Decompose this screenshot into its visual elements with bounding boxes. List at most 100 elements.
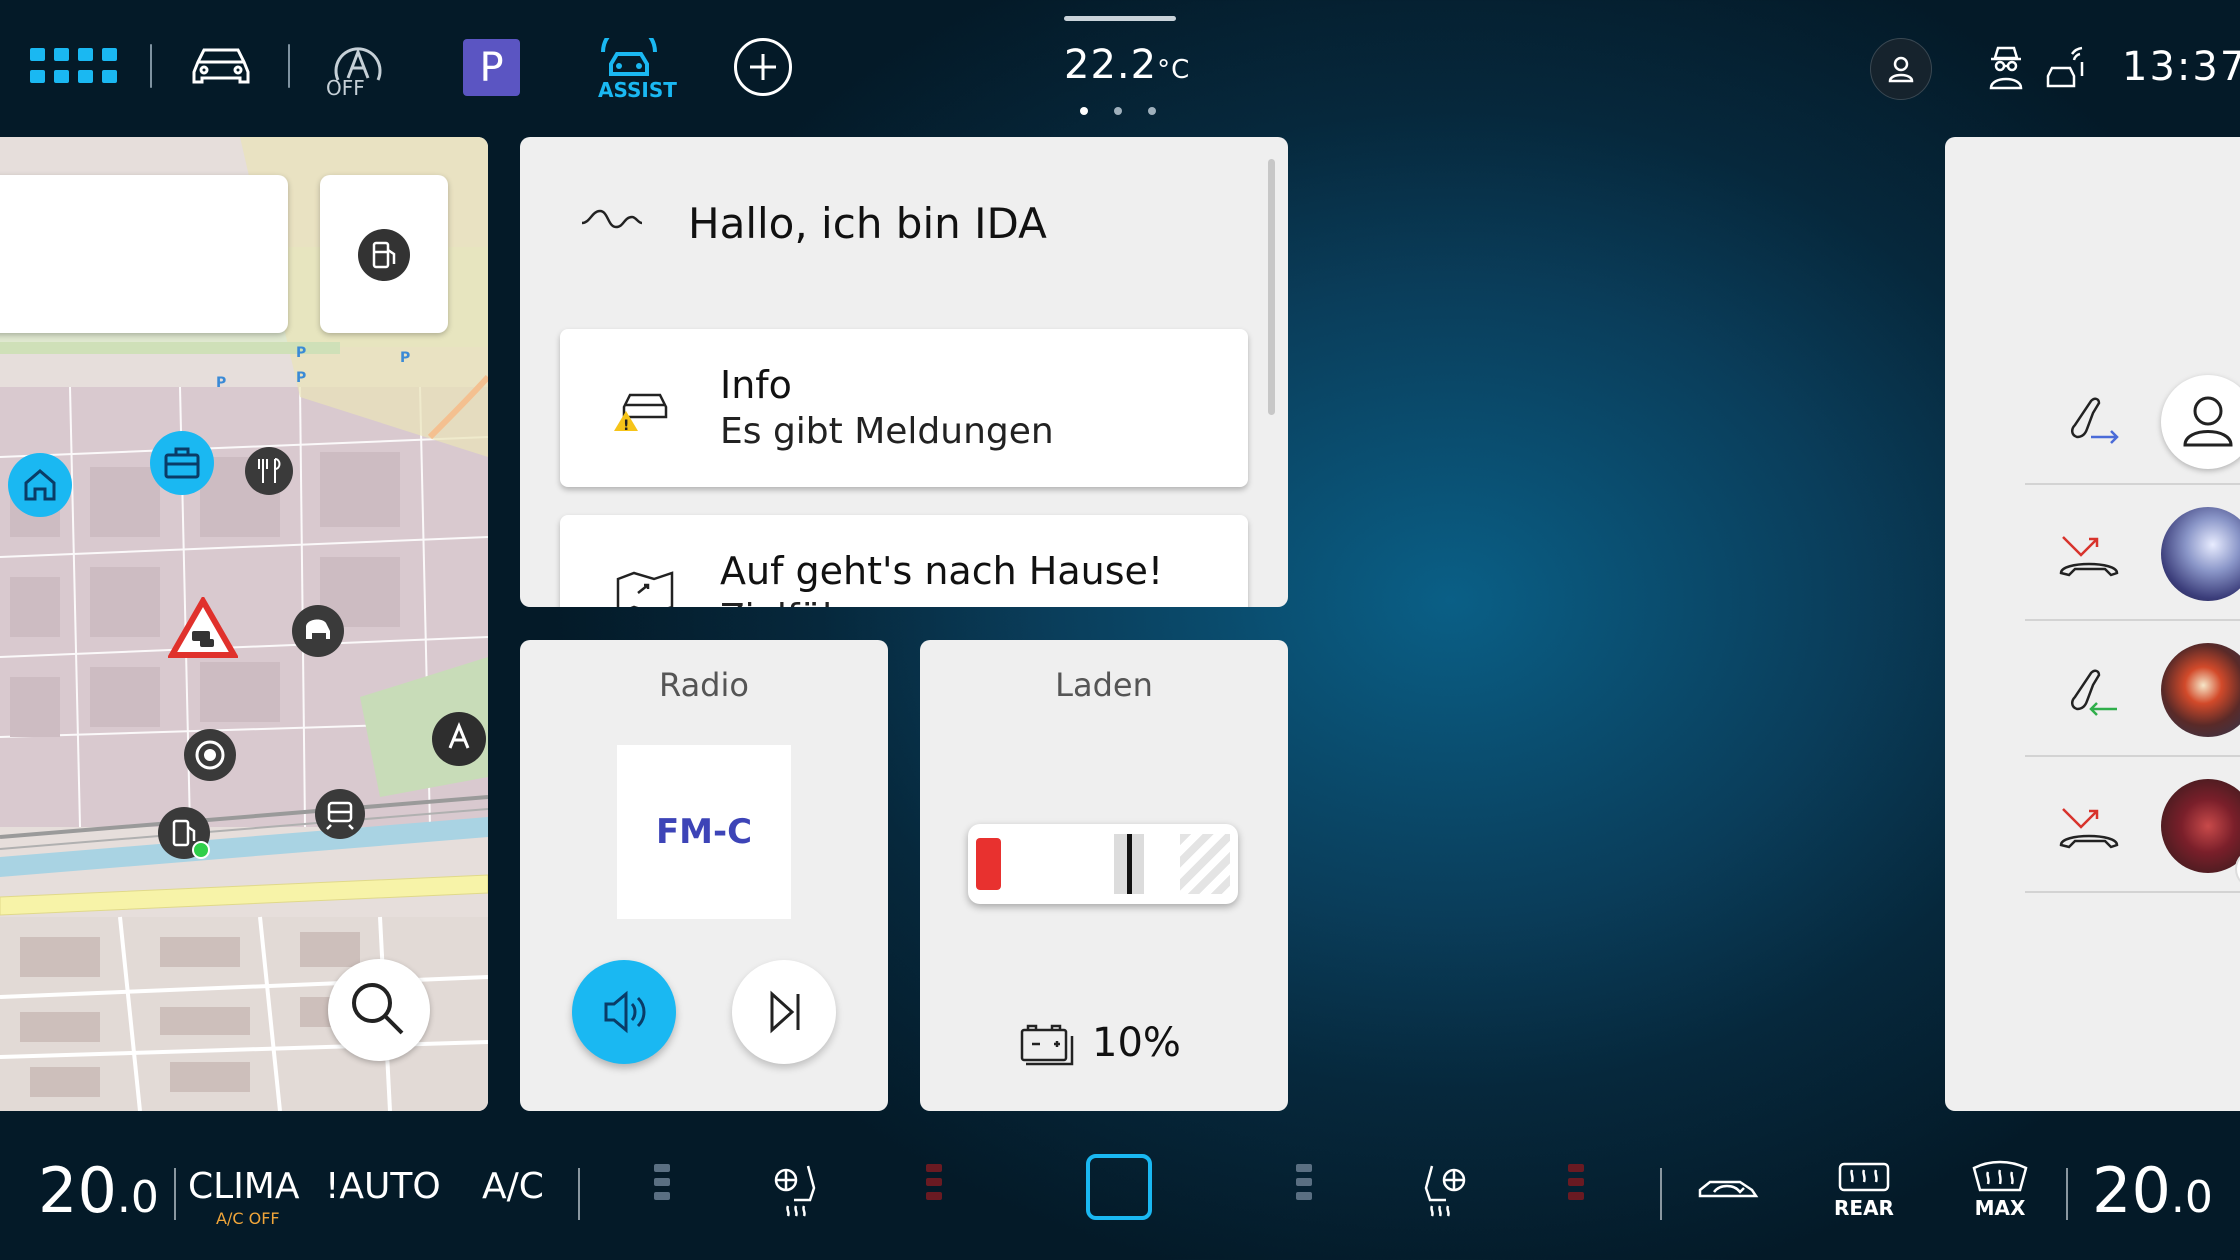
- assist-label: ASSIST: [598, 78, 677, 102]
- auto-climate-button[interactable]: !AUTO: [325, 1166, 441, 1207]
- battery-percentage: 10%: [1092, 1020, 1181, 1066]
- svg-text:P: P: [296, 345, 306, 361]
- page-indicator[interactable]: [1080, 107, 1156, 115]
- page-dot: [1114, 107, 1122, 115]
- vehicle-button[interactable]: [188, 42, 254, 90]
- station-name: FM-C: [655, 812, 753, 852]
- speaker-icon: [604, 990, 646, 1034]
- add-shortcut-button[interactable]: [734, 38, 792, 96]
- ida-route-home-item[interactable]: Auf geht's nach Hause! Zielführung: [560, 515, 1248, 607]
- auto-hold-button[interactable]: OFF: [322, 36, 394, 100]
- charging-title: Laden: [1055, 666, 1153, 704]
- sync-button[interactable]: [1086, 1154, 1152, 1220]
- fuel-station-button[interactable]: [320, 175, 448, 333]
- person-icon: [2183, 396, 2233, 447]
- poi-target-pin[interactable]: [184, 729, 236, 781]
- battery-icon: [1020, 1024, 1074, 1066]
- missed-call-icon: [2059, 536, 2119, 577]
- charging-widget[interactable]: Laden 10%: [920, 640, 1288, 1111]
- ida-greeting: Hallo, ich bin IDA: [688, 199, 1047, 248]
- apps-grid-button[interactable]: [30, 46, 122, 86]
- page-dot: [1148, 107, 1156, 115]
- work-pin[interactable]: [150, 431, 214, 495]
- svg-text:P: P: [400, 350, 410, 366]
- search-icon: [352, 983, 404, 1035]
- battery-gauge: [968, 824, 1238, 904]
- radio-title: Radio: [659, 666, 749, 704]
- apps-grid-icon: [30, 48, 117, 83]
- charging-station-icon: [358, 229, 410, 281]
- car-connectivity-indicator[interactable]: [2044, 46, 2088, 90]
- passenger-seat-fan-level[interactable]: [1296, 1164, 1312, 1214]
- home-pin[interactable]: [8, 453, 72, 517]
- pull-down-handle[interactable]: [1064, 16, 1176, 21]
- ida-info-item[interactable]: ! Info Es gibt Meldungen: [560, 329, 1248, 487]
- charge-limit-marker[interactable]: [1127, 834, 1132, 894]
- incognito-icon: [1989, 46, 2023, 90]
- ida-route-subtitle: Zielführung: [720, 597, 928, 607]
- volume-button[interactable]: [572, 960, 676, 1064]
- contact-avatar: [2161, 643, 2240, 737]
- divider: [2066, 1168, 2068, 1220]
- windshield-defrost-icon: [1972, 1160, 2028, 1192]
- clock: 13:37: [2122, 44, 2240, 90]
- passenger-seat-heat-level[interactable]: [1568, 1164, 1584, 1214]
- navigation-map[interactable]: PPPP: [0, 137, 488, 1111]
- ac-button[interactable]: A/C: [482, 1166, 544, 1207]
- privacy-mode-indicator[interactable]: [1986, 44, 2026, 90]
- car-warning-icon: !: [614, 393, 668, 433]
- rear-defrost-icon: [1838, 1162, 1890, 1192]
- poi-train-station-pin[interactable]: [315, 789, 365, 839]
- max-defrost-button[interactable]: MAX: [1970, 1160, 2030, 1226]
- recirculation-icon[interactable]: [1696, 1170, 1760, 1206]
- rear-defrost-button[interactable]: REAR: [1834, 1160, 1894, 1226]
- status-bar: OFF P ASSIST 22.2°C 13:37: [0, 0, 2240, 130]
- passenger-seat-ventilation-icon[interactable]: [1414, 1160, 1470, 1220]
- home-icon: [24, 469, 56, 501]
- briefcase-icon: [164, 447, 200, 479]
- charging-station-pin[interactable]: [158, 807, 210, 859]
- call-list-item[interactable]: [2025, 485, 2240, 621]
- call-list-item[interactable]: [2025, 349, 2240, 485]
- passenger-temp-main: 20: [2092, 1154, 2171, 1227]
- target-icon: [195, 740, 225, 770]
- poi-rest-area-pin[interactable]: [245, 447, 293, 495]
- temperature-unit: °C: [1157, 55, 1191, 85]
- radio-widget[interactable]: Radio FM-C: [520, 640, 888, 1111]
- destination-search-box[interactable]: [0, 175, 288, 333]
- next-station-button[interactable]: [732, 960, 836, 1064]
- call-list-item[interactable]: [2025, 621, 2240, 757]
- map-search-button[interactable]: [328, 959, 430, 1061]
- traffic-jam-warning-pin[interactable]: [168, 597, 238, 659]
- poi-zoo-pin[interactable]: [292, 605, 344, 657]
- travel-assist-button[interactable]: ASSIST: [592, 36, 677, 102]
- call-list-item[interactable]: [2025, 757, 2240, 893]
- ida-wave-icon: [581, 209, 643, 229]
- clima-button[interactable]: CLIMA A/C OFF: [188, 1166, 308, 1228]
- seat-ventilation-icon[interactable]: [770, 1160, 826, 1220]
- user-icon: [1888, 56, 1914, 83]
- driver-seat-heat-level[interactable]: [926, 1164, 942, 1214]
- driver-temperature[interactable]: 20.0: [38, 1154, 159, 1227]
- contact-avatar: [2161, 375, 2240, 469]
- auto-hold-off-label: OFF: [326, 76, 365, 100]
- passenger-temp-decimal: .0: [2170, 1172, 2213, 1223]
- car-signal-icon: [2046, 46, 2084, 88]
- skip-next-icon: [770, 990, 800, 1034]
- autostadt-icon: [448, 722, 470, 749]
- divider: [150, 44, 152, 88]
- page-dot: [1080, 107, 1088, 115]
- availability-dot: [192, 841, 210, 859]
- train-icon: [326, 801, 354, 830]
- ida-scrollbar[interactable]: [1268, 159, 1275, 415]
- travel-assist-icon: [601, 38, 657, 76]
- plus-icon: [750, 54, 776, 80]
- poi-autostadt-pin[interactable]: [432, 712, 486, 766]
- driver-temp-decimal: .0: [116, 1172, 159, 1223]
- user-profile-button[interactable]: [1870, 38, 1932, 100]
- ac-off-label: A/C OFF: [216, 1209, 280, 1228]
- unavailable-capacity: [1180, 834, 1230, 894]
- park-assist-button[interactable]: P: [463, 39, 520, 96]
- driver-seat-fan-level[interactable]: [654, 1164, 670, 1214]
- passenger-temperature[interactable]: 20.0: [2092, 1154, 2213, 1227]
